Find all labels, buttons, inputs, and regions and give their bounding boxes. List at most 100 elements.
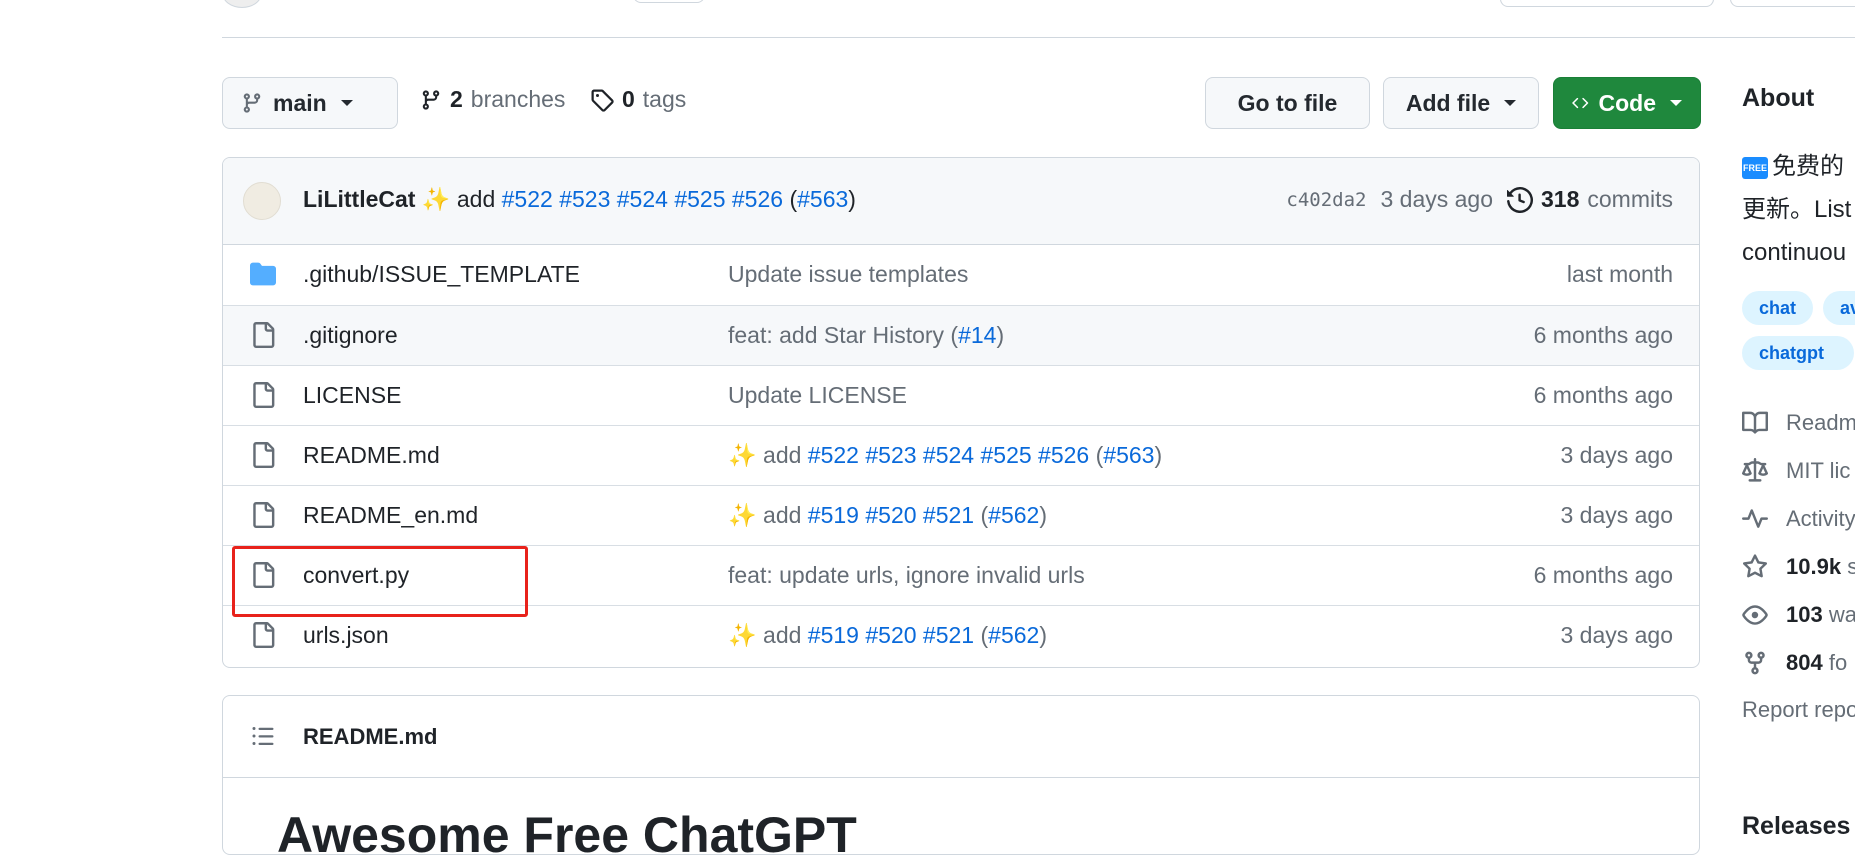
commit-message[interactable]: ✨ add #519 #520 #521 (#562) [728,502,1047,529]
issue-link[interactable]: #525 [674,186,725,212]
commit-author[interactable]: LiLittleCat [303,186,415,212]
commit-time: 3 days ago [1380,186,1493,212]
add-file-label: Add file [1405,89,1491,116]
issue-link[interactable]: #522 [808,442,859,468]
topic-tag[interactable]: chatgpt [1742,336,1854,370]
branch-select-button[interactable]: main [222,77,398,129]
file-row[interactable]: README_en.md ✨ add #519 #520 #521 (#562)… [223,485,1699,545]
license-link[interactable]: MIT lic [1742,458,1850,484]
file-name[interactable]: README.md [303,442,440,469]
file-row[interactable]: urls.json ✨ add #519 #520 #521 (#562) 3 … [223,605,1699,665]
issue-link[interactable]: #519 [808,622,859,648]
pulse-icon [1742,509,1768,528]
issue-link[interactable]: #524 [617,186,668,212]
issue-link[interactable]: #520 [865,622,916,648]
file-name[interactable]: LICENSE [303,382,401,409]
commit-message[interactable]: Update issue templates [728,261,968,288]
forks-label: fo [1828,650,1848,675]
paren: ( [980,622,989,648]
issue-link[interactable]: #521 [923,502,974,528]
commit-message[interactable]: feat: add Star History (#14) [728,322,1004,349]
paren: ) [1039,502,1047,528]
file-row[interactable]: convert.py feat: update urls, ignore inv… [223,545,1699,605]
commit-time: 3 days ago [1560,442,1673,468]
readme-link[interactable]: Readm [1742,410,1855,436]
repo-owner-avatar[interactable] [222,0,262,8]
commit-message[interactable]: Update LICENSE [728,382,907,409]
file-name[interactable]: .gitignore [303,322,398,349]
issue-link[interactable]: #523 [559,186,610,212]
paren: ) [996,322,1005,348]
file-row[interactable]: .gitignore feat: add Star History (#14) … [223,305,1699,365]
pr-link[interactable]: #14 [958,322,996,348]
readme-filename[interactable]: README.md [303,724,437,750]
commit-text: add [763,442,802,468]
add-file-button[interactable]: Add file [1383,77,1539,129]
file-name[interactable]: .github/ISSUE_TEMPLATE [303,261,580,288]
tags-label: tags [642,86,687,112]
file-icon [253,502,275,528]
issue-link[interactable]: #526 [1038,442,1089,468]
commit-message[interactable]: feat: update urls, ignore invalid urls [728,562,1085,589]
file-row[interactable]: LICENSE Update LICENSE 6 months ago [223,365,1699,425]
topic-tag[interactable]: av [1823,291,1855,325]
stars-count: 10.9k [1786,554,1842,579]
description-line: continuou [1742,239,1847,266]
issue-link[interactable]: #525 [980,442,1031,468]
pr-link[interactable]: #562 [988,502,1039,528]
go-to-file-button[interactable]: Go to file [1205,77,1370,129]
stars-link[interactable]: 10.9k s [1742,554,1855,580]
commit-sha[interactable]: c402da2 [1286,189,1366,211]
issue-link[interactable]: #522 [502,186,553,212]
latest-commit-bar: LiLittleCat ✨ add #522 #523 #524 #525 #5… [223,158,1699,245]
paren: ( [789,186,798,212]
list-unordered-icon[interactable] [251,724,275,748]
issue-link[interactable]: #523 [865,442,916,468]
commit-text: add [763,502,802,528]
file-name[interactable]: README_en.md [303,502,478,529]
chevron-down-icon [1504,100,1517,106]
commits-link[interactable]: 318 commits [1507,186,1673,213]
report-repository-link[interactable]: Report repo [1742,697,1855,723]
activity-link[interactable]: Activity [1742,506,1855,532]
readme-panel: README.md Awesome Free ChatGPT [222,695,1700,855]
branches-link[interactable]: 2 branches [420,86,565,113]
history-icon [1507,186,1533,213]
forks-link[interactable]: 804 fo [1742,650,1847,676]
file-name[interactable]: convert.py [303,562,409,589]
code-button[interactable]: Code [1553,77,1701,129]
watchers-link[interactable]: 103 wa [1742,602,1855,628]
eye-icon [1742,605,1768,625]
issue-link[interactable]: #526 [732,186,783,212]
chevron-down-icon [1670,100,1682,106]
issue-link[interactable]: #524 [923,442,974,468]
paren: ) [1154,442,1163,468]
activity-label: Activity [1786,506,1855,531]
commit-message[interactable]: ✨ add #522 #523 #524 #525 #526 (#563) [728,442,1162,469]
file-row[interactable]: .github/ISSUE_TEMPLATE Update issue temp… [223,245,1699,305]
commit-text: feat: add Star History ( [728,322,959,348]
issue-link[interactable]: #519 [808,502,859,528]
releases-heading[interactable]: Releases [1742,812,1850,841]
top-action-button[interactable] [1500,0,1714,7]
topic-tag[interactable]: chat [1742,291,1814,325]
avatar[interactable] [243,182,281,220]
commit-text[interactable]: add [457,186,495,212]
file-row[interactable]: README.md ✨ add #522 #523 #524 #525 #526… [223,425,1699,485]
commit-message[interactable]: ✨ add #519 #520 #521 (#562) [728,622,1047,649]
file-name[interactable]: urls.json [303,622,389,649]
license-label: MIT lic [1786,458,1851,483]
sparkles-emoji: ✨ [728,502,757,528]
commits-label: commits [1587,186,1673,212]
top-action-button[interactable] [1730,0,1855,7]
file-icon [253,322,275,348]
chevron-down-icon [340,100,353,106]
pr-link[interactable]: #563 [1103,442,1154,468]
issue-link[interactable]: #520 [865,502,916,528]
code-label: Code [1598,89,1657,116]
git-branch-icon [422,89,440,110]
pr-link[interactable]: #562 [988,622,1039,648]
tags-link[interactable]: 0 tags [590,86,686,113]
issue-link[interactable]: #521 [923,622,974,648]
pr-link[interactable]: #563 [797,186,848,212]
